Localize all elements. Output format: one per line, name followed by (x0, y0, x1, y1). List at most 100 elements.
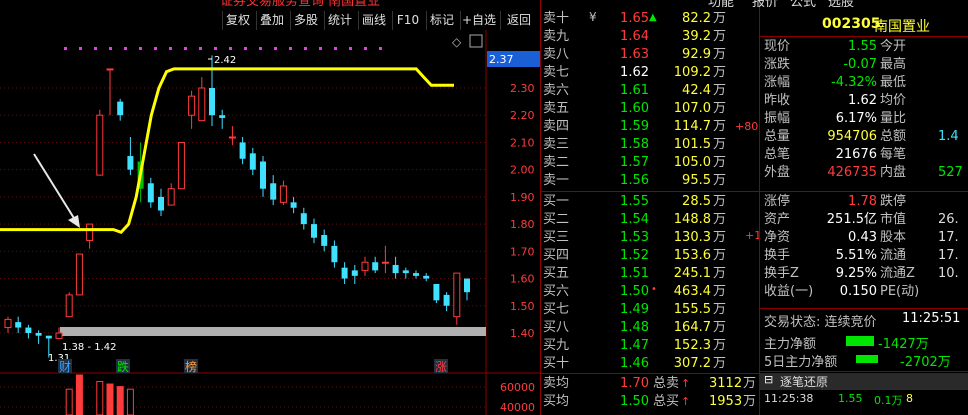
price-axis-label: 1.70 (510, 245, 535, 258)
info-sep (760, 308, 968, 309)
buy-unit: 万 (713, 194, 727, 209)
buy-row[interactable]: 买三 1.53 130.3 万 (541, 229, 759, 247)
event-marker-0: 财 (59, 360, 71, 374)
sell-unit: 万 (713, 65, 727, 80)
buy-dot-icon: • (651, 284, 657, 295)
sell-row[interactable]: 卖三 1.58 101.5 万 (541, 136, 759, 154)
sell-row[interactable]: 卖二 1.57 105.0 万 (541, 154, 759, 172)
buy-price: 1.48 (620, 320, 649, 335)
buy-row[interactable]: 买五 1.51 245.1 万 (541, 265, 759, 283)
toolbar-button-8[interactable]: 返回 (500, 11, 537, 30)
buy-row[interactable]: 买一 1.55 28.5 万 (541, 193, 759, 211)
sell-price: 1.62 (620, 65, 649, 80)
candle-body (96, 114, 104, 176)
marker-dot (79, 47, 82, 50)
chart-toolbar: 证券交易服务查询 南国置业 复权 叠加 多股 统计 画线 F10 标记 +自选 返回 (0, 0, 540, 30)
toolbar-button-2[interactable]: 多股 (290, 11, 321, 30)
toolbar-button-0[interactable]: 复权 (222, 11, 253, 30)
toolbar-button-7[interactable]: +自选 (460, 11, 497, 30)
buy-row[interactable]: 买八 1.48 164.7 万 (541, 319, 759, 337)
menu-item-0[interactable]: 功能 (708, 0, 734, 10)
total-label: 总卖 (653, 376, 680, 391)
info-value-2: 26. (938, 212, 959, 227)
trade-time: 11:25:38 (764, 392, 814, 405)
sell-row[interactable]: 卖八 1.63 92.9 万 (541, 46, 759, 64)
candle-body (127, 156, 134, 170)
sell-row[interactable]: 卖九 1.64 39.2 万 (541, 28, 759, 46)
candle-body (55, 332, 63, 339)
book-separator (541, 191, 759, 192)
candle-body (341, 267, 348, 279)
sell-delta: +80 (735, 120, 759, 133)
trade-header[interactable]: ⊟ 逐笔还原 (760, 373, 968, 390)
marker-dot (214, 47, 217, 50)
buy-price: 1.52 (620, 248, 649, 263)
sell-row[interactable]: 卖四 1.59 114.7 万 (541, 118, 759, 136)
price-axis-label: 1.80 (510, 218, 535, 231)
menu-item-1[interactable]: 报价 (752, 0, 778, 10)
candle-body (188, 95, 196, 116)
buy-row[interactable]: 买十 1.46 307.2 万 (541, 355, 759, 373)
toolbar-button-5[interactable]: F10 (392, 11, 423, 30)
sell-row[interactable]: 卖一 1.56 95.5 万 (541, 172, 759, 190)
buy-price: 1.51 (620, 266, 649, 281)
buy-unit: 万 (713, 302, 727, 317)
sell-row[interactable]: 卖六 1.61 42.4 万 (541, 82, 759, 100)
candle-body (361, 261, 369, 271)
candle-body (75, 253, 83, 296)
info-value: 426735 (827, 165, 877, 180)
info-sep (760, 191, 968, 192)
info-row: 涨跌 -0.07 最高 (760, 56, 968, 74)
toolbar-button-4[interactable]: 画线 (358, 11, 389, 30)
marker-dot (154, 47, 157, 50)
info-label-2: 每笔 (880, 147, 907, 162)
buy-unit: 万 (713, 284, 727, 299)
sell-row[interactable]: 卖七 1.62 109.2 万 (541, 64, 759, 82)
total-value: 3112 (709, 376, 743, 391)
info-label: 涨跌 (764, 57, 791, 72)
info-value: 954706 (827, 129, 877, 144)
buy-row[interactable]: 买七 1.49 155.5 万 (541, 301, 759, 319)
sell-label: 卖五 (543, 101, 570, 116)
info-value: 1.78 (848, 194, 877, 209)
volume-bar (96, 380, 104, 415)
sell-unit: 万 (713, 119, 727, 134)
main5-value: -2702万 (900, 355, 951, 370)
marker-dot (169, 47, 172, 50)
volume-bar (106, 383, 114, 415)
buy-label: 买四 (543, 248, 570, 263)
buy-price: 1.54 (620, 212, 649, 227)
sell-price: 1.60 (620, 101, 649, 116)
sell-label: 卖八 (543, 47, 570, 62)
info-label-2: 均价 (880, 93, 907, 108)
info-label-2: 今开 (880, 39, 907, 54)
info-row: 总量 954706 总额 1.4 (760, 128, 968, 146)
sell-volume: 95.5 (682, 173, 711, 188)
toolbar-button-3[interactable]: 统计 (324, 11, 355, 30)
toolbar-button-6[interactable]: 标记 (426, 11, 457, 30)
buy-volume: 153.6 (673, 248, 711, 263)
summary-price: 1.70 (620, 376, 649, 391)
candle-body (4, 318, 12, 329)
buy-row[interactable]: 买四 1.52 153.6 万 (541, 247, 759, 265)
info-sep (760, 371, 968, 372)
info-label: 现价 (764, 39, 791, 54)
event-marker-3: 涨 (435, 359, 447, 374)
info-value: 1.62 (848, 93, 877, 108)
candle-body (392, 264, 399, 274)
info-value: 0.150 (839, 284, 877, 299)
buy-row[interactable]: 买二 1.54 148.8 万 (541, 211, 759, 229)
buy-row[interactable]: 买九 1.47 152.3 万 (541, 337, 759, 355)
buy-row[interactable]: 买六 1.50 463.4 万 (541, 283, 759, 301)
sell-row[interactable]: 卖五 1.60 107.0 万 (541, 100, 759, 118)
toolbar-button-1[interactable]: 叠加 (256, 11, 287, 30)
menu-item-2[interactable]: 公式 (790, 0, 816, 10)
candle-body (464, 278, 470, 293)
kline-chart[interactable]: 2.30 2.20 2.10 2.00 1.90 1.80 1.70 1.60 1.50 1.40… (0, 30, 540, 415)
sell-price: 1.65 (620, 11, 649, 26)
buy-volume: 245.1 (673, 266, 711, 281)
info-value: 6.17% (835, 111, 877, 126)
info-label: 总量 (764, 129, 791, 144)
info-value-2: 17. (938, 248, 959, 263)
menu-item-3[interactable]: 选股 (828, 0, 854, 10)
